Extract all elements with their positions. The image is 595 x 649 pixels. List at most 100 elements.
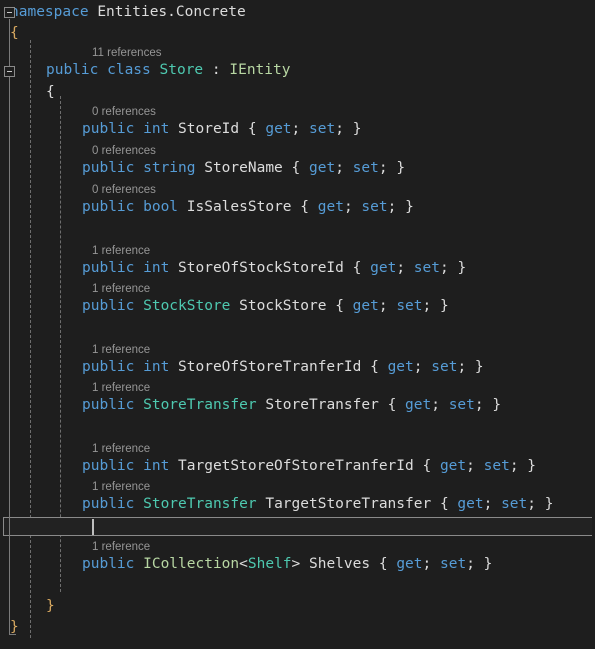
code-token: { bbox=[10, 25, 19, 41]
code-token: } bbox=[457, 260, 467, 276]
code-token: ; bbox=[457, 359, 475, 375]
code-token: { bbox=[46, 84, 55, 100]
code-token: < bbox=[239, 556, 248, 572]
fold-toggle-class-store[interactable] bbox=[4, 66, 15, 77]
code-token: get bbox=[439, 458, 467, 474]
code-token: ; bbox=[335, 160, 353, 176]
code-token: { bbox=[352, 260, 371, 276]
code-token: ; bbox=[509, 458, 528, 474]
code-token: StoreTransfer bbox=[143, 397, 257, 413]
code-token: } bbox=[483, 556, 493, 572]
code-token: set bbox=[396, 298, 423, 314]
code-token: } bbox=[527, 458, 537, 474]
code-token: } bbox=[474, 359, 484, 375]
code-token: ; bbox=[466, 556, 484, 572]
fold-region-foot bbox=[9, 634, 16, 635]
code-token: ; bbox=[483, 496, 502, 512]
code-token: ; bbox=[422, 556, 440, 572]
code-token: } bbox=[352, 121, 362, 137]
code-token: get bbox=[265, 121, 292, 137]
code-token: ICollection bbox=[143, 556, 240, 572]
code-token: public int bbox=[82, 359, 179, 375]
code-token: get bbox=[457, 496, 484, 512]
code-token: ; bbox=[335, 121, 353, 137]
code-token: ; bbox=[396, 260, 414, 276]
code-token: StoreOfStockStoreId bbox=[178, 260, 353, 276]
code-token: StoreId bbox=[178, 121, 248, 137]
code-line[interactable]: public StoreTransfer StoreTransfer { get… bbox=[0, 396, 501, 415]
code-token: ; bbox=[527, 496, 545, 512]
code-token: StoreTransfer bbox=[256, 397, 388, 413]
code-line[interactable]: public ICollection<Shelf> Shelves { get;… bbox=[0, 555, 492, 574]
codelens-references[interactable]: 1 reference bbox=[0, 441, 150, 457]
code-token: TargetStoreTransfer bbox=[256, 496, 440, 512]
code-token: get bbox=[317, 199, 344, 215]
code-line[interactable]: public string StoreName { get; set; } bbox=[0, 159, 405, 178]
code-line[interactable]: public int StoreOfStoreTranferId { get; … bbox=[0, 358, 484, 377]
code-editor[interactable]: namespace Entities.Concrete {11 reference… bbox=[0, 0, 595, 649]
code-line[interactable]: public int TargetStoreOfStoreTranferId {… bbox=[0, 457, 536, 476]
code-token: public bool bbox=[82, 199, 187, 215]
code-token: set bbox=[501, 496, 528, 512]
code-surface[interactable]: namespace Entities.Concrete {11 reference… bbox=[0, 0, 595, 649]
code-token: StoreOfStoreTranferId bbox=[178, 359, 371, 375]
codelens-references[interactable]: 1 reference bbox=[0, 380, 150, 396]
code-token: StoreName bbox=[204, 160, 292, 176]
code-line[interactable]: public int StoreId { get; set; } bbox=[0, 120, 361, 139]
code-token: ; bbox=[343, 199, 362, 215]
code-token: Shelf bbox=[247, 556, 292, 572]
code-token: IEntity bbox=[229, 62, 291, 78]
code-token: ; bbox=[466, 458, 484, 474]
codelens-references[interactable]: 1 reference bbox=[0, 479, 150, 495]
code-token: { bbox=[387, 397, 406, 413]
codelens-references[interactable]: 0 references bbox=[0, 182, 156, 198]
codelens-references[interactable]: 11 references bbox=[0, 45, 161, 61]
codelens-references[interactable]: 0 references bbox=[0, 143, 156, 159]
code-token: { bbox=[300, 199, 318, 215]
code-token: ; bbox=[431, 397, 449, 413]
code-token: ; bbox=[378, 298, 397, 314]
code-token: { bbox=[291, 160, 309, 176]
code-token: get bbox=[352, 298, 379, 314]
code-token: public bbox=[82, 556, 144, 572]
code-token: ; bbox=[378, 160, 397, 176]
code-token: namespace bbox=[10, 4, 98, 20]
code-token: public bbox=[82, 298, 144, 314]
code-token: ; bbox=[439, 260, 458, 276]
code-token: { bbox=[422, 458, 440, 474]
code-token: { bbox=[247, 121, 266, 137]
codelens-references[interactable]: 1 reference bbox=[0, 539, 150, 555]
code-line[interactable]: public StockStore StockStore { get; set;… bbox=[0, 297, 449, 316]
codelens-references[interactable]: 1 reference bbox=[0, 281, 150, 297]
code-line[interactable]: public bool IsSalesStore { get; set; } bbox=[0, 198, 414, 217]
codelens-references[interactable]: 1 reference bbox=[0, 243, 150, 259]
code-token: public int bbox=[82, 458, 179, 474]
code-token: Store bbox=[159, 62, 204, 78]
code-line[interactable]: namespace Entities.Concrete bbox=[0, 3, 246, 22]
code-token: get bbox=[405, 397, 432, 413]
code-token: ; bbox=[422, 298, 440, 314]
code-token: > bbox=[291, 556, 301, 572]
code-token: : bbox=[203, 62, 230, 78]
code-token: public bbox=[82, 496, 144, 512]
code-token: { bbox=[335, 298, 353, 314]
code-line[interactable]: public int StoreOfStockStoreId { get; se… bbox=[0, 259, 466, 278]
codelens-references[interactable]: 0 references bbox=[0, 104, 156, 120]
code-token: ; bbox=[387, 199, 406, 215]
code-token: set bbox=[431, 359, 458, 375]
code-token: set bbox=[448, 397, 475, 413]
code-token: } bbox=[405, 199, 414, 215]
code-token: set bbox=[361, 199, 388, 215]
code-token: } bbox=[10, 619, 19, 635]
codelens-references[interactable]: 1 reference bbox=[0, 342, 150, 358]
code-token: set bbox=[439, 556, 467, 572]
code-token: Shelves bbox=[300, 556, 379, 572]
code-token: public int bbox=[82, 260, 179, 276]
code-token: IsSalesStore bbox=[186, 199, 301, 215]
code-token: } bbox=[544, 496, 554, 512]
code-line[interactable]: public StoreTransfer TargetStoreTransfer… bbox=[0, 495, 553, 514]
code-line[interactable]: public class Store : IEntity bbox=[0, 61, 290, 80]
code-token: } bbox=[396, 160, 406, 176]
fold-toggle-namespace[interactable] bbox=[4, 7, 15, 18]
code-token: get bbox=[396, 556, 423, 572]
